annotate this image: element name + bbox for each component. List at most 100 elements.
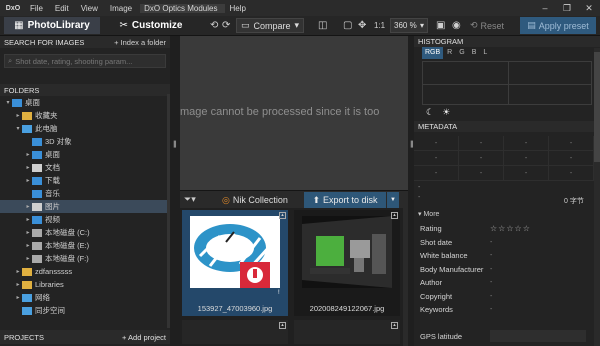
- collapse-left-icon[interactable]: ❚: [172, 140, 178, 148]
- sun-icon[interactable]: ☀: [442, 107, 450, 118]
- right-scrollbar-thumb[interactable]: [594, 52, 600, 162]
- menu-view[interactable]: View: [77, 4, 106, 13]
- filmstrip-scrollbar[interactable]: [403, 208, 408, 346]
- thumbnail-corner-icon[interactable]: ▴: [391, 322, 398, 329]
- folder-label: 3D 对象: [45, 137, 72, 146]
- folder-tree-item[interactable]: ▸ 本地磁盘 (E:): [0, 239, 170, 252]
- export-to-disk-button[interactable]: ⬆ Export to disk: [304, 192, 386, 208]
- rating-stars[interactable]: ☆☆☆☆☆: [490, 224, 531, 233]
- filmstrip: ▴ ! 153927_47003960.jpg ▴ 20200824912206…: [180, 208, 408, 346]
- left-splitter[interactable]: ❚: [170, 36, 180, 346]
- index-folder-button[interactable]: + Index a folder: [114, 38, 166, 47]
- chevron-right-icon[interactable]: ▸: [24, 242, 32, 249]
- tab-l[interactable]: L: [480, 47, 490, 59]
- tab-customize-label: Customize: [131, 20, 183, 31]
- menu-edit[interactable]: Edit: [51, 4, 77, 13]
- apply-preset-button[interactable]: ▤ Apply preset: [520, 17, 596, 34]
- eye-icon[interactable]: ◉: [452, 18, 461, 33]
- metadata-key: GPS latitude: [420, 332, 463, 342]
- rotate-icon[interactable]: ⟲: [210, 18, 218, 33]
- nik-collection-button[interactable]: ◎ Nik Collection: [222, 193, 288, 207]
- folder-icon: [32, 254, 42, 263]
- metadata-value: -: [490, 238, 493, 246]
- tab-b[interactable]: B: [469, 47, 480, 59]
- thumbnail-corner-icon[interactable]: ▴: [279, 322, 286, 329]
- chevron-right-icon[interactable]: ▸: [24, 151, 32, 158]
- folder-tree-item[interactable]: ▾ 桌面: [0, 96, 170, 109]
- tab-r[interactable]: R: [444, 47, 455, 59]
- fit-screen-icon[interactable]: ▢: [343, 18, 352, 33]
- chevron-right-icon[interactable]: ▸: [24, 203, 32, 210]
- folder-tree-item[interactable]: ▸ 文档: [0, 161, 170, 174]
- thumbnail-4[interactable]: ▴: [294, 320, 400, 344]
- preview-icon[interactable]: ▣: [436, 18, 445, 33]
- grid-cell: -: [414, 166, 459, 180]
- more-toggle[interactable]: ▾ More: [418, 210, 439, 218]
- filter-icon[interactable]: ⏷▾: [184, 194, 196, 205]
- rotate-right-icon[interactable]: ⟳: [222, 18, 230, 33]
- chevron-down-icon[interactable]: ▾: [14, 125, 22, 132]
- folder-tree-item[interactable]: ▸ 收藏夹: [0, 109, 170, 122]
- moon-icon[interactable]: ☾: [426, 107, 434, 118]
- menu-image[interactable]: Image: [106, 4, 140, 13]
- chevron-right-icon[interactable]: ▸: [14, 112, 22, 119]
- zoom-select[interactable]: 360 % ▾: [390, 18, 428, 33]
- close-button[interactable]: ✕: [578, 0, 600, 16]
- chevron-right-icon[interactable]: ▸: [24, 255, 32, 262]
- folder-tree-item[interactable]: ▸ Libraries: [0, 278, 170, 291]
- folder-icon: [32, 215, 42, 224]
- thumbnail-corner-icon[interactable]: ▴: [279, 212, 286, 219]
- tab-customize[interactable]: ✂ Customize: [108, 17, 194, 34]
- chevron-right-icon[interactable]: ▸: [14, 268, 22, 275]
- menu-help[interactable]: Help: [225, 4, 253, 13]
- chevron-down-icon[interactable]: ▾: [4, 99, 12, 106]
- folder-tree-item[interactable]: ▸ 本地磁盘 (F:): [0, 252, 170, 265]
- folder-tree-item[interactable]: 3D 对象: [0, 135, 170, 148]
- add-project-button[interactable]: + Add project: [122, 333, 166, 342]
- histogram-header: HISTOGRAM: [414, 36, 600, 47]
- tab-photolibrary[interactable]: ▦ PhotoLibrary: [4, 17, 100, 34]
- move-icon[interactable]: ✥: [358, 18, 366, 33]
- chevron-right-icon[interactable]: ▸: [14, 294, 22, 301]
- reset-button[interactable]: ⟲ Reset: [470, 17, 516, 34]
- maximize-button[interactable]: ❐: [556, 0, 578, 16]
- chevron-right-icon[interactable]: ▸: [24, 164, 32, 171]
- menu-dxo-optics-modules[interactable]: DxO Optics Modules: [140, 3, 226, 13]
- chevron-right-icon[interactable]: ▸: [24, 177, 32, 184]
- folder-tree-item[interactable]: ▸ zdfansssss: [0, 265, 170, 278]
- thumbnail-filename: 153927_47003960.jpg: [197, 304, 273, 313]
- tab-rgb[interactable]: RGB: [422, 47, 444, 59]
- folder-tree-item[interactable]: ▸ 图片: [0, 200, 170, 213]
- folder-tree-item[interactable]: ▸ 本地磁盘 (C:): [0, 226, 170, 239]
- folder-tree-item[interactable]: ▸ 视频: [0, 213, 170, 226]
- folder-tree-item[interactable]: ▸ 桌面: [0, 148, 170, 161]
- histogram-channel-tabs: RGB R G B L: [422, 47, 490, 59]
- thumbnail-image-2: [302, 216, 392, 288]
- folder-tree-item[interactable]: 音乐: [0, 187, 170, 200]
- search-title: SEARCH FOR IMAGES: [4, 37, 85, 47]
- minimize-button[interactable]: –: [534, 0, 556, 16]
- folder-tree-item[interactable]: ▾ 此电脑: [0, 122, 170, 135]
- folder-tree-item[interactable]: 同步空间: [0, 304, 170, 317]
- folder-tree-item[interactable]: ▸ 下载: [0, 174, 170, 187]
- right-scrollbar[interactable]: [594, 48, 600, 346]
- tab-g[interactable]: G: [456, 47, 467, 59]
- compare-button[interactable]: ▭ Compare ▾: [236, 18, 304, 33]
- chevron-right-icon[interactable]: ▸: [24, 229, 32, 236]
- export-dropdown-button[interactable]: ▼: [387, 192, 399, 208]
- chevron-down-icon: ▾: [418, 211, 422, 218]
- gps-latitude-field[interactable]: [490, 330, 586, 342]
- folder-label: 下载: [45, 176, 60, 185]
- thumbnail-1[interactable]: ▴ ! 153927_47003960.jpg: [182, 210, 288, 316]
- thumbnail-corner-icon[interactable]: ▴: [391, 212, 398, 219]
- menu-file[interactable]: File: [26, 4, 51, 13]
- chevron-right-icon[interactable]: ▸: [14, 281, 22, 288]
- thumbnail-3[interactable]: ▴: [182, 320, 288, 344]
- projects-panel-header: PROJECTS + Add project: [0, 330, 170, 344]
- zoom-1to1-button[interactable]: 1:1: [374, 18, 385, 33]
- chevron-right-icon[interactable]: ▸: [24, 216, 32, 223]
- folder-tree-item[interactable]: ▸ 网络: [0, 291, 170, 304]
- split-view-icon[interactable]: ◫: [318, 18, 327, 33]
- search-input[interactable]: ⌕ Shot date, rating, shooting param...: [4, 54, 166, 68]
- thumbnail-2[interactable]: ▴ 202008249122067.jpg: [294, 210, 400, 316]
